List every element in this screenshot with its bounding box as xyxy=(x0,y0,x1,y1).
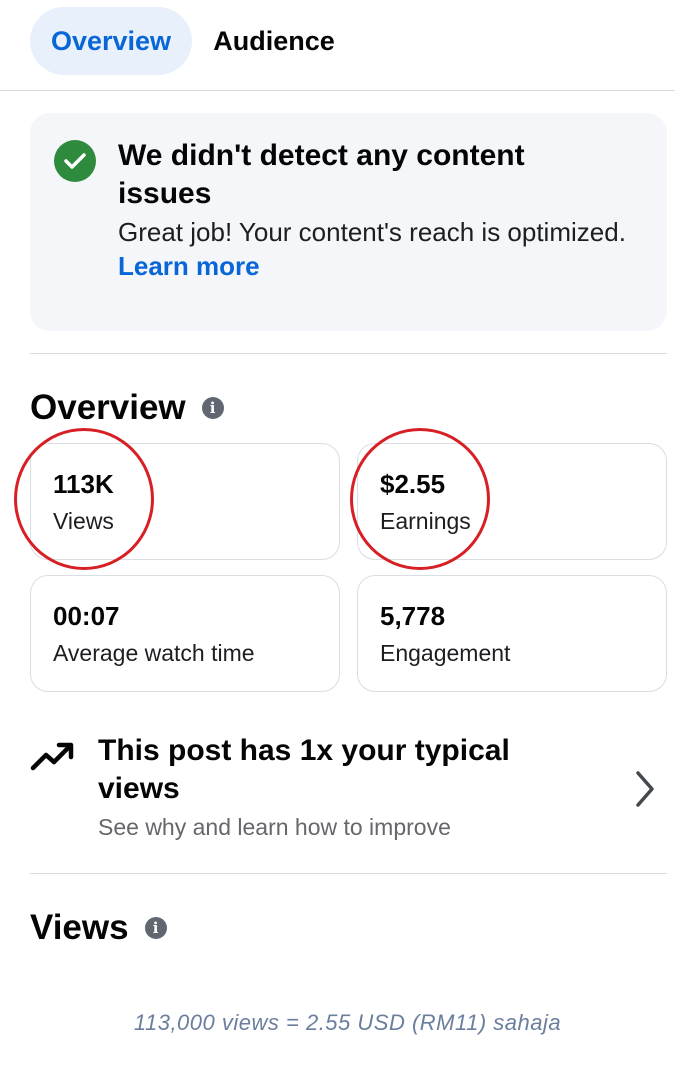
trending-up-icon xyxy=(30,738,76,777)
content-status-banner: We didn't detect any content issues Grea… xyxy=(30,113,667,331)
metric-card-watch-time[interactable]: 00:07 Average watch time xyxy=(30,575,340,692)
insight-title: This post has 1x your typical views xyxy=(98,734,510,805)
insight-subtitle: See why and learn how to improve xyxy=(98,814,451,840)
metric-value: 5,778 xyxy=(380,601,446,631)
tab-overview[interactable]: Overview xyxy=(30,7,192,75)
overview-heading: Overview i xyxy=(30,388,224,428)
metric-card-views[interactable]: 113K Views xyxy=(30,443,340,560)
tab-bar: Overview Audience xyxy=(0,0,675,91)
metric-value: 113K xyxy=(53,469,114,499)
check-circle-icon xyxy=(54,140,96,182)
divider xyxy=(30,873,667,874)
learn-more-link[interactable]: Learn more xyxy=(118,251,260,281)
tab-audience[interactable]: Audience xyxy=(195,7,353,75)
metric-label: Average watch time xyxy=(53,640,255,666)
info-icon[interactable]: i xyxy=(144,917,167,939)
info-icon[interactable]: i xyxy=(201,397,224,419)
views-title: Views xyxy=(30,908,129,947)
metric-label: Views xyxy=(53,508,114,534)
typical-views-insight[interactable]: This post has 1x your typical views See … xyxy=(30,730,667,850)
metric-card-earnings[interactable]: $2.55 Earnings xyxy=(357,443,667,560)
chevron-right-icon[interactable] xyxy=(634,770,656,813)
metric-label: Earnings xyxy=(380,508,471,534)
banner-body: Great job! Your content's reach is optim… xyxy=(118,215,638,283)
banner-title: We didn't detect any content issues xyxy=(118,139,525,210)
metric-label: Engagement xyxy=(380,640,511,666)
banner-body-text: Great job! Your content's reach is optim… xyxy=(118,217,626,247)
metric-value: 00:07 xyxy=(53,601,120,631)
overview-title: Overview xyxy=(30,388,186,427)
image-caption: 113,000 views = 2.55 USD (RM11) sahaja xyxy=(133,1010,562,1035)
metric-card-engagement[interactable]: 5,778 Engagement xyxy=(357,575,667,692)
metric-value: $2.55 xyxy=(380,469,446,499)
views-heading: Views i xyxy=(30,908,167,948)
divider xyxy=(30,353,667,354)
